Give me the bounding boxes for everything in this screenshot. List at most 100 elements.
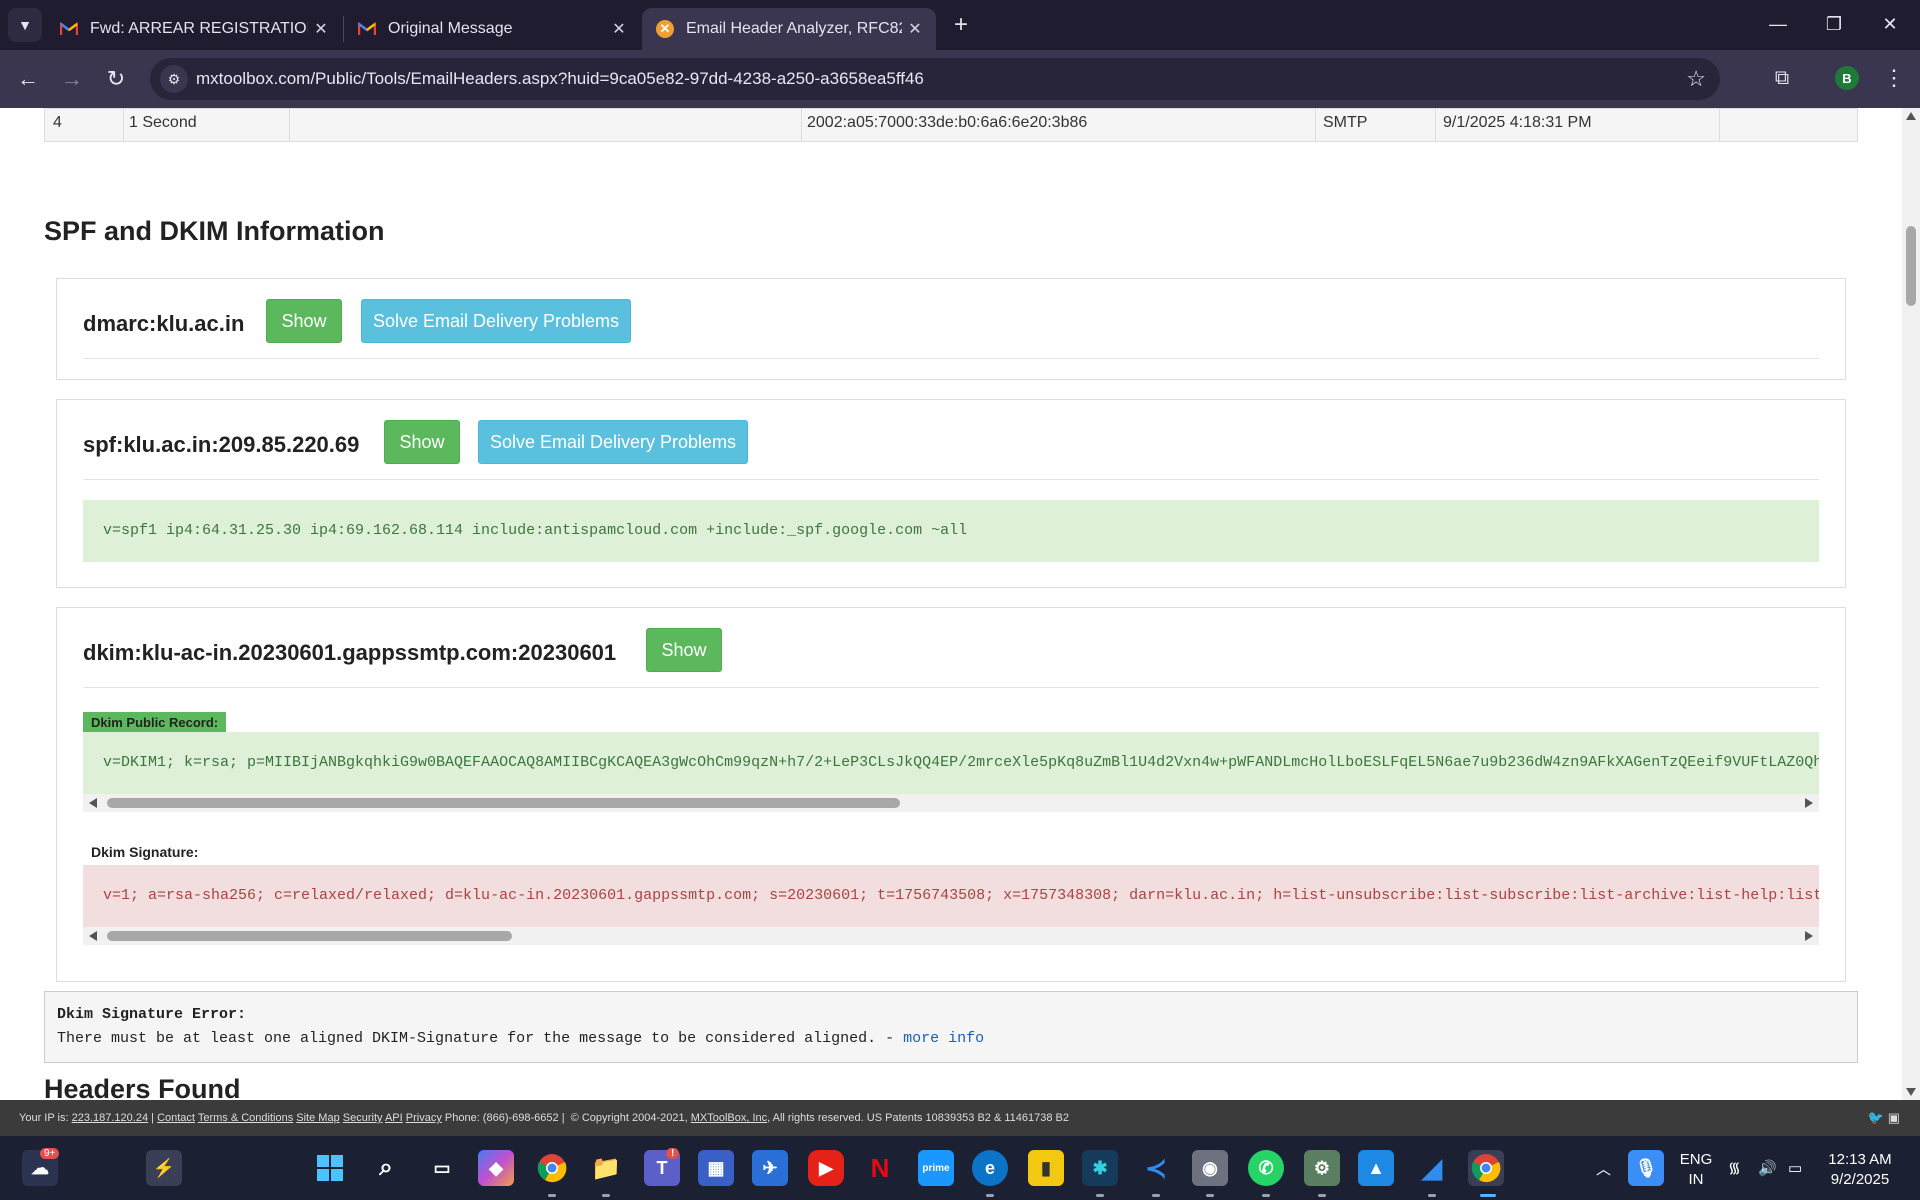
chrome-icon[interactable] xyxy=(534,1150,570,1186)
page-content: 4 1 Second 2002:a05:7000:33de:b0:6a6:6e2… xyxy=(0,108,1902,1100)
tab-gmail-fwd[interactable]: Fwd: ARREAR REGISTRATION C ✕ xyxy=(46,8,342,50)
edge-icon[interactable]: e xyxy=(972,1150,1008,1186)
spf-solve-button[interactable]: Solve Email Delivery Problems xyxy=(478,420,748,464)
youtube-icon[interactable]: ▶ xyxy=(808,1150,844,1186)
tab-search-button[interactable]: ▼ xyxy=(8,8,42,42)
scroll-up-icon[interactable] xyxy=(1906,112,1916,120)
company-link[interactable]: MXToolBox, Inc xyxy=(691,1112,767,1124)
close-icon: ✕ xyxy=(1882,13,1898,34)
chrome-profile-icon[interactable] xyxy=(1468,1150,1504,1186)
twitter-icon[interactable]: 🐦 xyxy=(1868,1110,1884,1125)
divider xyxy=(83,358,1819,359)
scroll-left-icon[interactable] xyxy=(89,798,97,808)
vscode-icon[interactable]: ≺ xyxy=(1138,1150,1174,1186)
forward-button[interactable]: → xyxy=(56,63,88,95)
scroll-left-icon[interactable] xyxy=(89,931,97,941)
divider xyxy=(83,687,1819,688)
contact-link[interactable]: Contact xyxy=(157,1112,195,1124)
spf-panel: spf:klu.ac.in:209.85.220.69 Show Solve E… xyxy=(56,399,1846,588)
url-text[interactable]: mxtoolbox.com/Public/Tools/EmailHeaders.… xyxy=(196,69,924,89)
photos-icon[interactable]: ▲ xyxy=(1358,1150,1394,1186)
gmail-icon xyxy=(60,20,78,38)
api-link[interactable]: API xyxy=(385,1112,403,1124)
section-title: SPF and DKIM Information xyxy=(44,216,385,246)
tab-email-header-analyzer[interactable]: ✕ Email Header Analyzer, RFC822 ✕ xyxy=(642,8,936,50)
language-indicator[interactable]: ENG IN xyxy=(1676,1150,1716,1190)
show-hidden-icons[interactable]: ︿ xyxy=(1596,1136,1611,1200)
dkim-error-box: Dkim Signature Error: There must be at l… xyxy=(44,991,1858,1063)
dkim-error-message: There must be at least one aligned DKIM-… xyxy=(57,1030,984,1047)
store-icon[interactable]: ▦ xyxy=(698,1150,734,1186)
app-icon[interactable]: ⚙ xyxy=(1304,1150,1340,1186)
app-icon[interactable]: ✱ xyxy=(1082,1150,1118,1186)
page-scrollbar[interactable] xyxy=(1902,108,1920,1100)
running-indicator xyxy=(1262,1194,1270,1197)
scroll-thumb[interactable] xyxy=(107,798,900,808)
hop-with: SMTP xyxy=(1323,114,1368,131)
ip-address[interactable]: 223.187.120.24 xyxy=(72,1112,148,1124)
prime-video-icon[interactable]: prime xyxy=(918,1150,954,1186)
scroll-thumb[interactable] xyxy=(107,931,512,941)
privacy-link[interactable]: Privacy xyxy=(406,1112,442,1124)
power-bi-icon[interactable]: ▮ xyxy=(1028,1150,1064,1186)
dkim-show-button[interactable]: Show xyxy=(646,628,722,672)
tab-original-message[interactable]: Original Message ✕ xyxy=(344,8,640,50)
task-view-icon[interactable]: ▭ xyxy=(424,1150,460,1186)
close-tab-icon[interactable]: ✕ xyxy=(606,19,632,39)
address-bar[interactable]: ⚙ mxtoolbox.com/Public/Tools/EmailHeader… xyxy=(150,58,1720,100)
running-indicator xyxy=(1096,1194,1104,1197)
dmarc-solve-button[interactable]: Solve Email Delivery Problems xyxy=(361,299,631,343)
spf-show-button[interactable]: Show xyxy=(384,420,460,464)
close-window-button[interactable]: ✕ xyxy=(1862,0,1918,48)
scroll-thumb[interactable] xyxy=(1906,226,1916,306)
ip-label: Your IP is: xyxy=(19,1112,69,1124)
dmarc-show-button[interactable]: Show xyxy=(266,299,342,343)
chevron-down-icon: ▼ xyxy=(18,17,32,33)
netflix-icon[interactable]: N xyxy=(862,1150,898,1186)
file-explorer-icon[interactable]: 📁 xyxy=(588,1150,624,1186)
copyright-text: © Copyright 2004-2021, xyxy=(570,1112,688,1124)
restore-button[interactable]: ❐ xyxy=(1806,0,1862,48)
app-icon[interactable]: ✈ xyxy=(752,1150,788,1186)
search-icon[interactable]: ⌕ xyxy=(368,1150,404,1186)
extensions-icon[interactable]: ⧉ xyxy=(1768,64,1796,92)
dkim-public-scrollbar[interactable] xyxy=(83,794,1819,812)
minimize-button[interactable]: — xyxy=(1750,0,1806,48)
tab-title: Email Header Analyzer, RFC822 xyxy=(686,20,902,37)
terms-link[interactable]: Terms & Conditions xyxy=(198,1112,293,1124)
close-tab-icon[interactable]: ✕ xyxy=(308,19,334,39)
copilot-icon[interactable]: ◆ xyxy=(478,1150,514,1186)
back-button[interactable]: ← xyxy=(12,63,44,95)
clock[interactable]: 12:13 AM 9/2/2025 xyxy=(1814,1150,1906,1190)
blog-icon[interactable]: ▣ xyxy=(1888,1110,1900,1125)
new-tab-button[interactable]: + xyxy=(946,10,976,40)
forward-arrow-icon: → xyxy=(61,66,83,91)
scroll-down-icon[interactable] xyxy=(1906,1088,1916,1096)
close-tab-icon[interactable]: ✕ xyxy=(902,19,928,39)
scroll-right-icon[interactable] xyxy=(1805,798,1813,808)
reload-button[interactable]: ↻ xyxy=(100,63,132,95)
more-info-link[interactable]: more info xyxy=(903,1030,984,1047)
active-indicator xyxy=(1480,1194,1496,1197)
wifi-icon[interactable]: ᯾ xyxy=(1728,1136,1741,1200)
running-indicator xyxy=(986,1194,994,1197)
footer-text: Your IP is: 223.187.120.24 | Contact Ter… xyxy=(19,1112,1070,1124)
profile-avatar[interactable]: B xyxy=(1835,66,1859,90)
whatsapp-icon[interactable]: ✆ xyxy=(1248,1150,1284,1186)
running-indicator xyxy=(1318,1194,1326,1197)
app-icon[interactable]: ◉ xyxy=(1192,1150,1228,1186)
volume-icon[interactable]: 🔊 xyxy=(1758,1136,1777,1200)
browser-menu-icon[interactable]: ⋮ xyxy=(1880,62,1908,94)
pinned-app-icon[interactable]: ⚡ xyxy=(146,1150,182,1186)
scroll-right-icon[interactable] xyxy=(1805,931,1813,941)
security-link[interactable]: Security xyxy=(343,1112,383,1124)
windows-start-icon[interactable] xyxy=(312,1150,348,1186)
site-map-link[interactable]: Site Map xyxy=(296,1112,339,1124)
app-icon[interactable]: ◢ xyxy=(1414,1150,1450,1186)
microphone-icon[interactable]: 🎙 xyxy=(1628,1150,1664,1186)
dkim-signature-scrollbar[interactable] xyxy=(83,927,1819,945)
bookmark-star-icon[interactable]: ☆ xyxy=(1686,66,1706,92)
battery-icon[interactable]: ▭ xyxy=(1788,1136,1802,1200)
dkim-signature-text: v=1; a=rsa-sha256; c=relaxed/relaxed; d=… xyxy=(103,887,1819,904)
site-info-icon[interactable]: ⚙ xyxy=(160,65,188,93)
